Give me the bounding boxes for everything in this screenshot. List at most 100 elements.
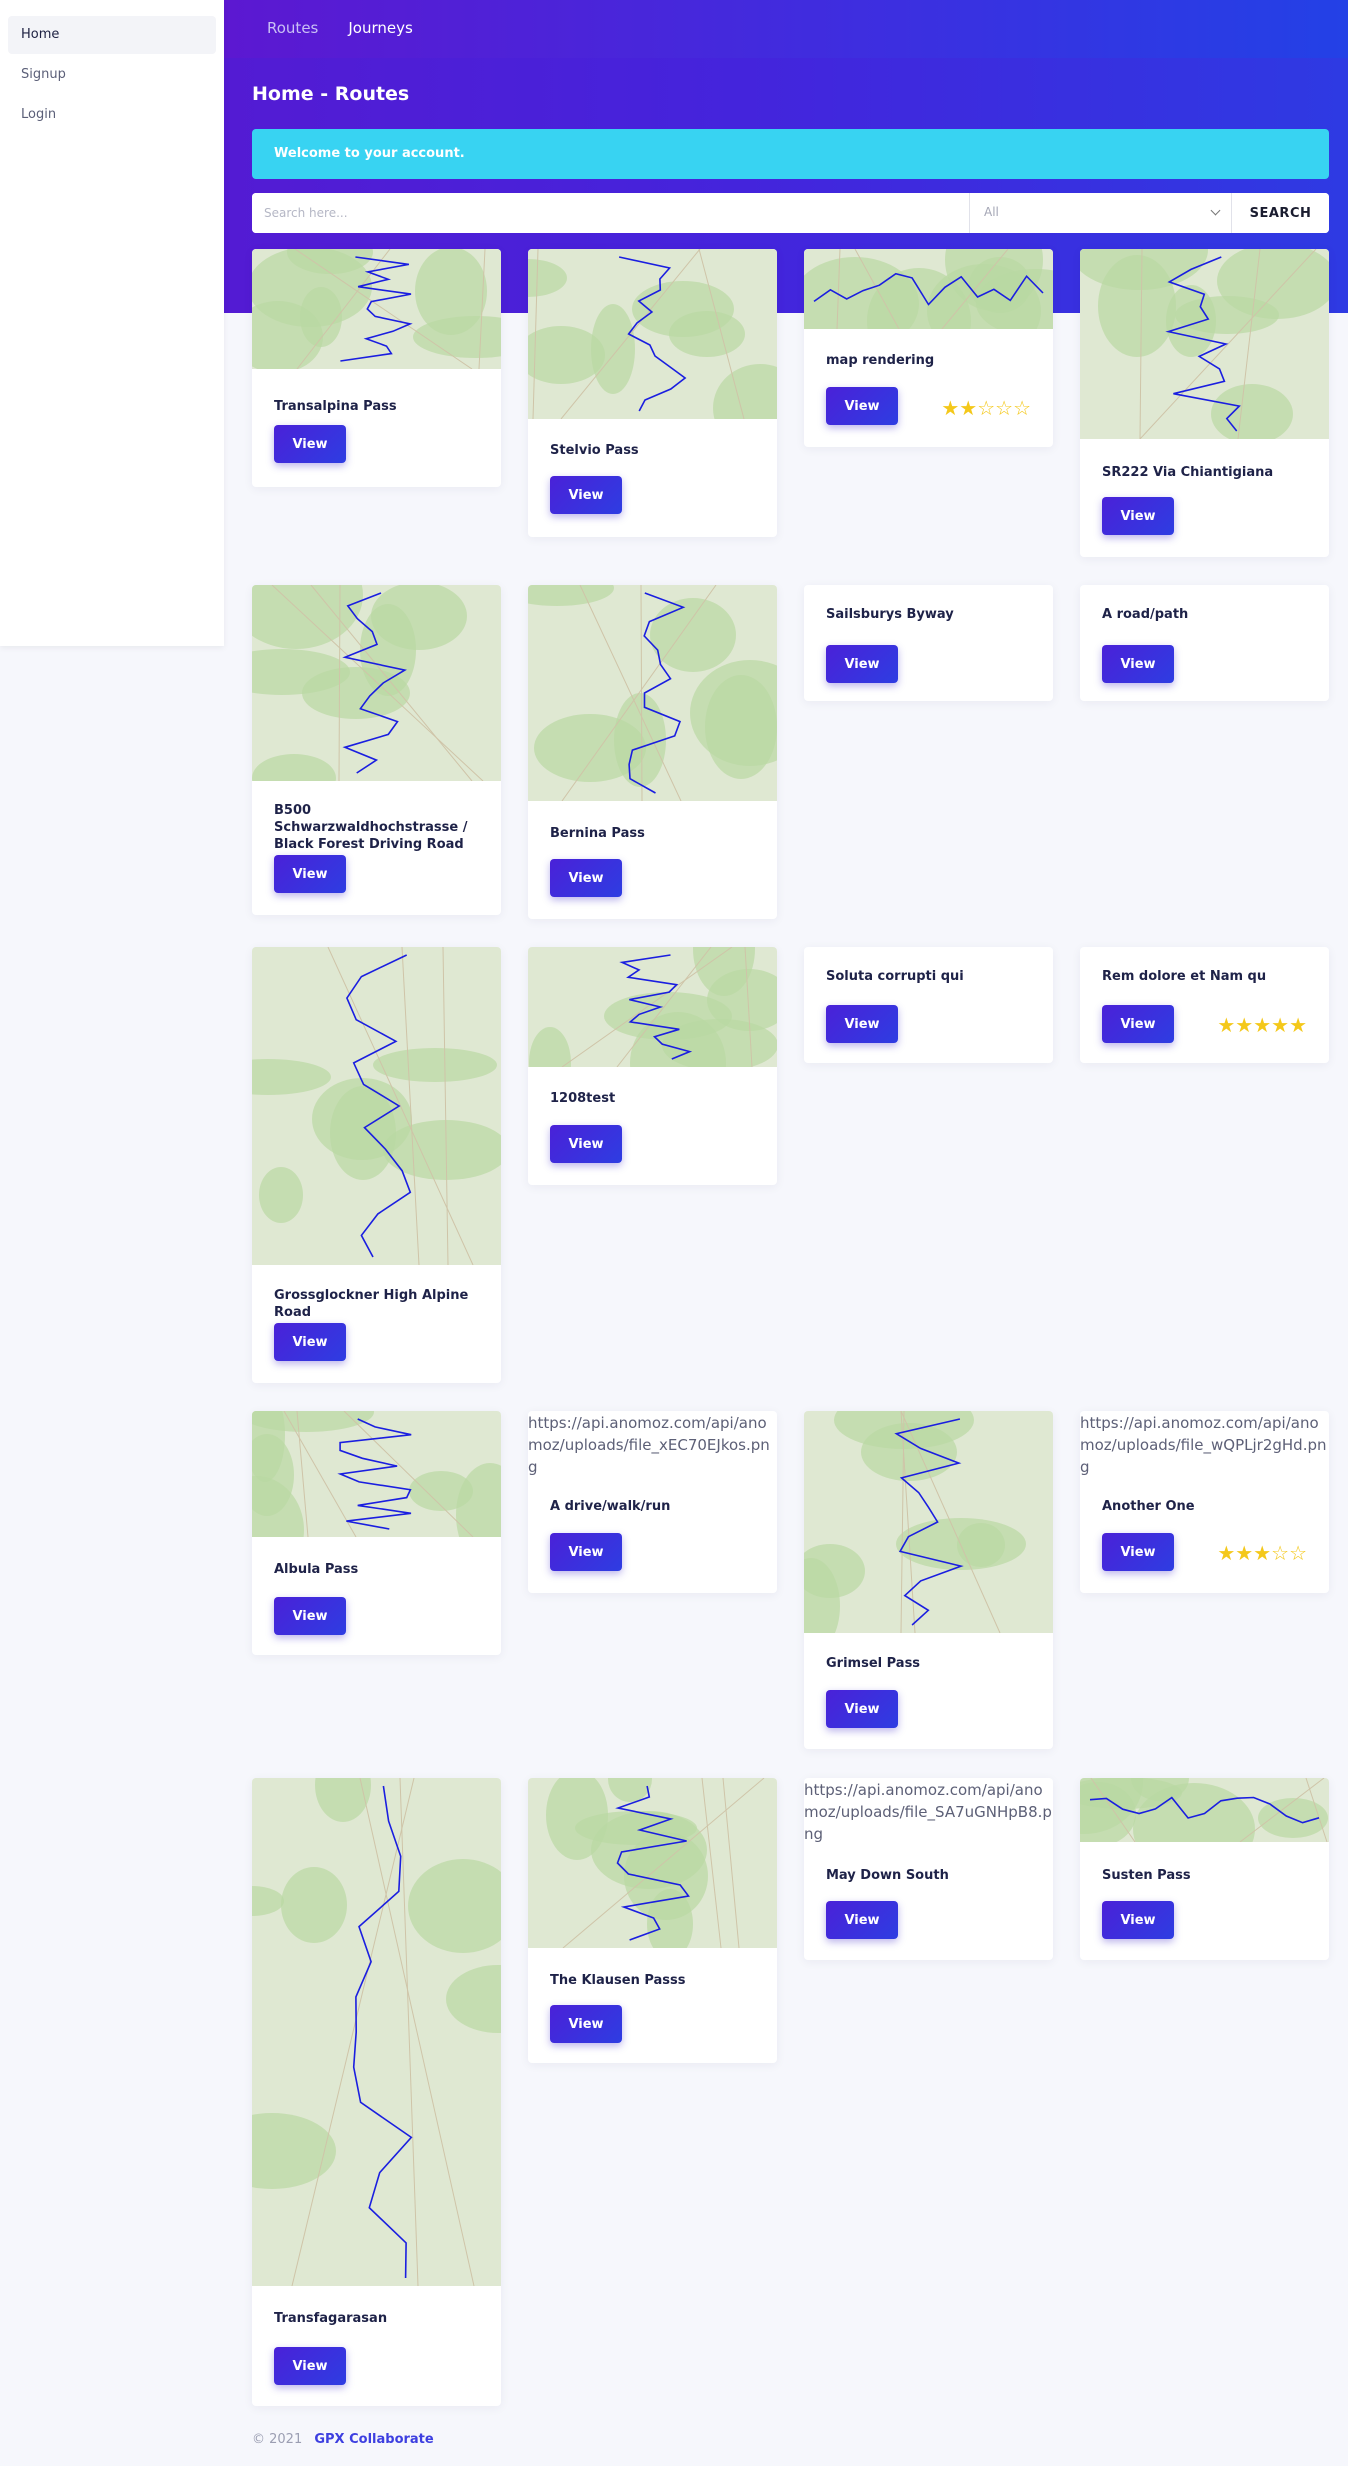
route-title: map rendering <box>826 353 935 368</box>
route-map <box>528 249 777 419</box>
footer-copyright: © 2021 <box>252 2432 303 2447</box>
route-card: The Klausen Passs View <box>528 1778 777 2063</box>
map-thumbnail-image <box>252 585 501 781</box>
star-empty-icon: ☆ <box>977 396 996 420</box>
footer-brand-link[interactable]: GPX Collaborate <box>314 2432 433 2447</box>
view-button[interactable]: View <box>550 1125 622 1163</box>
sidebar-item-login[interactable]: Login <box>8 96 216 134</box>
filter-select[interactable]: All <box>970 193 1232 233</box>
route-title: Grossglockner High Alpine Road <box>274 1288 469 1320</box>
broken-image-alt: https://api.anomoz.com/api/anomoz/upload… <box>528 1414 770 1476</box>
route-map <box>252 585 501 781</box>
star-filled-icon: ★ <box>1253 1541 1272 1565</box>
route-title: Susten Pass <box>1102 1868 1191 1883</box>
route-map <box>252 1411 501 1537</box>
view-button[interactable]: View <box>826 1005 898 1043</box>
route-card: Albula Pass View <box>252 1411 501 1655</box>
view-button[interactable]: View <box>550 476 622 514</box>
route-map <box>528 947 777 1067</box>
star-filled-icon: ★ <box>1217 1541 1236 1565</box>
star-empty-icon: ☆ <box>1289 1541 1307 1565</box>
view-button[interactable]: View <box>826 1690 898 1728</box>
nav-routes[interactable]: Routes <box>267 19 318 37</box>
view-button[interactable]: View <box>274 2347 346 2385</box>
route-title: May Down South <box>826 1868 949 1883</box>
rating-stars: ★ ★ ☆ ☆ ☆ <box>941 398 1031 418</box>
route-title: B500 Schwarzwaldhochstrasse / Black Fore… <box>274 803 468 852</box>
route-card: Bernina Pass View <box>528 585 777 919</box>
route-title: A road/path <box>1102 607 1189 622</box>
route-title: A drive/walk/run <box>550 1499 671 1514</box>
route-card: Stelvio Pass View <box>528 249 777 537</box>
route-card: Rem dolore et Nam qu View ★ ★ ★ ★ ★ <box>1080 947 1329 1063</box>
route-map <box>1080 1778 1329 1842</box>
view-button[interactable]: View <box>1102 645 1174 683</box>
star-filled-icon: ★ <box>1289 1013 1307 1037</box>
view-button[interactable]: View <box>826 645 898 683</box>
star-filled-icon: ★ <box>1271 1013 1290 1037</box>
view-button[interactable]: View <box>1102 497 1174 535</box>
star-filled-icon: ★ <box>1235 1013 1254 1037</box>
star-filled-icon: ★ <box>1253 1013 1272 1037</box>
map-thumbnail-image <box>804 249 1053 329</box>
route-title: Sailsburys Byway <box>826 607 954 622</box>
view-button[interactable]: View <box>550 1533 622 1571</box>
sidebar-item-signup[interactable]: Signup <box>8 56 216 94</box>
star-empty-icon: ☆ <box>1013 396 1031 420</box>
route-card: B500 Schwarzwaldhochstrasse / Black Fore… <box>252 585 501 915</box>
search-button[interactable]: SEARCH <box>1232 193 1329 233</box>
map-thumbnail-image <box>252 1778 501 2286</box>
view-button[interactable]: View <box>274 1597 346 1635</box>
view-button[interactable]: View <box>1102 1901 1174 1939</box>
top-nav: Routes Journeys <box>267 19 413 37</box>
map-thumbnail-image <box>252 1411 501 1537</box>
nav-journeys[interactable]: Journeys <box>348 19 412 37</box>
sidebar: Home Signup Login <box>0 0 224 646</box>
route-title: Rem dolore et Nam qu <box>1102 969 1267 984</box>
route-card: map rendering View ★ ★ ☆ ☆ ☆ <box>804 249 1053 447</box>
route-title: Transalpina Pass <box>274 399 397 414</box>
map-thumbnail-image <box>528 585 777 801</box>
view-button[interactable]: View <box>550 859 622 897</box>
map-thumbnail-image <box>252 947 501 1265</box>
view-button[interactable]: View <box>274 1323 346 1361</box>
star-filled-icon: ★ <box>959 396 978 420</box>
sidebar-item-home[interactable]: Home <box>8 16 216 54</box>
view-button[interactable]: View <box>1102 1533 1174 1571</box>
view-button[interactable]: View <box>274 855 346 893</box>
map-thumbnail-image <box>528 1778 777 1948</box>
route-title: SR222 Via Chiantigiana <box>1102 465 1274 480</box>
map-thumbnail-image <box>252 249 501 369</box>
route-card: SR222 Via Chiantigiana View <box>1080 249 1329 557</box>
chevron-down-icon <box>1210 205 1221 216</box>
rating-stars: ★ ★ ★ ☆ ☆ <box>1217 1543 1307 1563</box>
broken-image-alt: https://api.anomoz.com/api/anomoz/upload… <box>1080 1414 1327 1476</box>
star-empty-icon: ☆ <box>1271 1541 1290 1565</box>
map-thumbnail-image <box>528 249 777 419</box>
star-filled-icon: ★ <box>1217 1013 1236 1037</box>
route-title: Bernina Pass <box>550 826 645 841</box>
page-title: Home - Routes <box>252 83 410 105</box>
route-card: Soluta corrupti qui View <box>804 947 1053 1063</box>
map-thumbnail-image <box>1080 249 1329 439</box>
rating-stars: ★ ★ ★ ★ ★ <box>1217 1015 1307 1035</box>
route-card: https://api.anomoz.com/api/anomoz/upload… <box>528 1411 777 1593</box>
route-title: Albula Pass <box>274 1562 359 1577</box>
search-input[interactable] <box>252 193 970 233</box>
route-card: Transalpina Pass View <box>252 249 501 487</box>
welcome-alert: Welcome to your account. <box>252 129 1329 179</box>
view-button[interactable]: View <box>550 2005 622 2043</box>
route-card: Susten Pass View <box>1080 1778 1329 1960</box>
map-thumbnail-image <box>804 1411 1053 1633</box>
view-button[interactable]: View <box>826 387 898 425</box>
route-map <box>528 585 777 801</box>
view-button[interactable]: View <box>274 425 346 463</box>
route-card: Transfagarasan View <box>252 1778 501 2406</box>
view-button[interactable]: View <box>826 1901 898 1939</box>
footer: © 2021 GPX Collaborate <box>252 2432 434 2447</box>
route-card: Grimsel Pass View <box>804 1411 1053 1749</box>
route-card: https://api.anomoz.com/api/anomoz/upload… <box>1080 1411 1329 1593</box>
view-button[interactable]: View <box>1102 1005 1174 1043</box>
route-card: Grossglockner High Alpine Road View <box>252 947 501 1383</box>
route-title: 1208test <box>550 1091 616 1106</box>
